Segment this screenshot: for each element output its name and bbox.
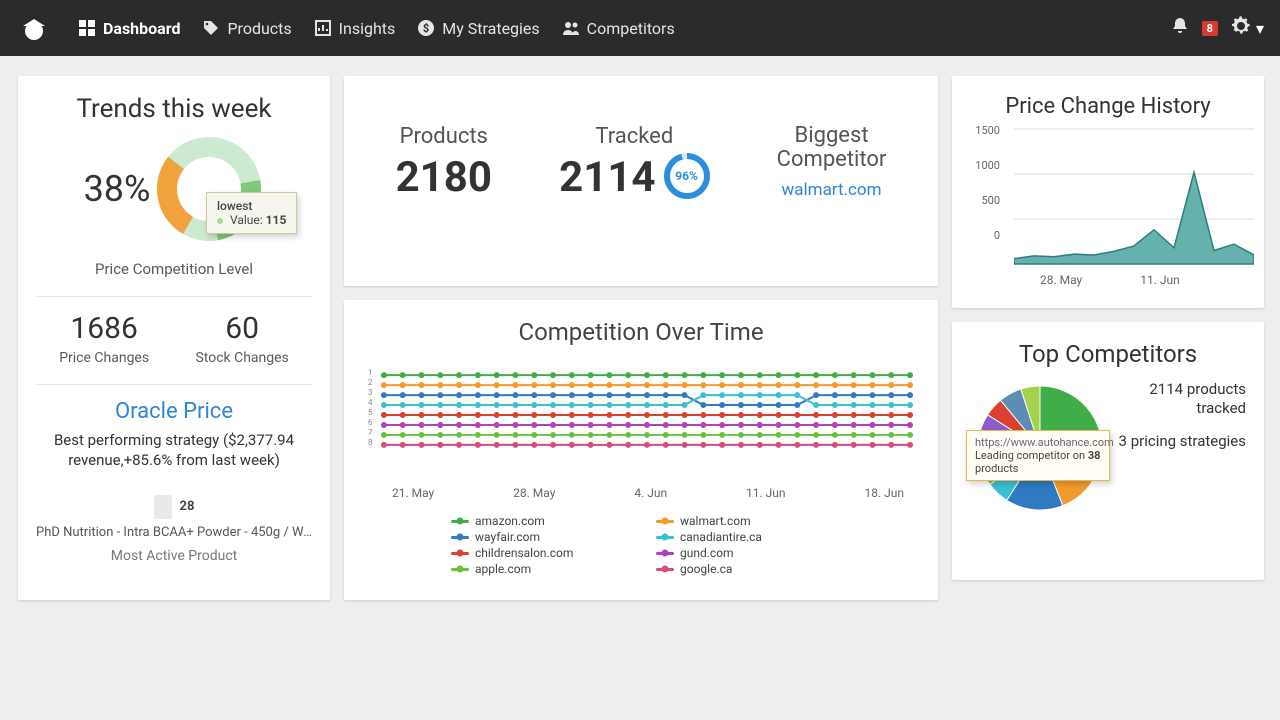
top-nav: Dashboard Products Insights $ My Strateg… <box>0 0 1280 56</box>
nav-products[interactable]: Products <box>202 19 291 38</box>
stats-card: Products 2180 Tracked 2114 96% BiggestCo… <box>344 76 938 286</box>
oracle-price-link[interactable]: Oracle Price <box>36 399 312 424</box>
legend-item[interactable]: childrensalon.com <box>451 546 626 560</box>
svg-text:5: 5 <box>368 408 373 417</box>
bell-icon[interactable] <box>1170 16 1190 40</box>
competition-level-pct: 38% <box>84 168 151 210</box>
nav-label: Competitors <box>587 19 675 38</box>
price-changes-value: 1686 <box>59 311 149 346</box>
legend-item[interactable]: gund.com <box>656 546 831 560</box>
nav-label: My Strategies <box>442 19 539 38</box>
products-label: Products <box>396 124 492 149</box>
product-count: 28 <box>180 499 195 514</box>
legend-item[interactable]: canadiantire.ca <box>656 530 831 544</box>
overtime-title: Competition Over Time <box>362 318 920 346</box>
history-chart[interactable] <box>1014 119 1254 269</box>
settings-menu[interactable]: ▾ <box>1230 15 1264 41</box>
top-competitors-card: Top Competitors https://www.autohance.co… <box>952 322 1264 580</box>
topcomp-title: Top Competitors <box>970 340 1246 368</box>
stock-changes-label: Stock Changes <box>195 350 288 366</box>
history-title: Price Change History <box>970 94 1246 119</box>
most-active-product-name[interactable]: PhD Nutrition - Intra BCAA+ Powder - 450… <box>36 525 312 540</box>
svg-text:6: 6 <box>368 418 373 427</box>
price-history-card: Price Change History 150010005000 28. Ma… <box>952 76 1264 308</box>
svg-text:7: 7 <box>368 428 373 437</box>
legend-item[interactable]: walmart.com <box>656 514 831 528</box>
legend-item[interactable]: apple.com <box>451 562 626 576</box>
legend-item[interactable]: wayfair.com <box>451 530 626 544</box>
most-active-product-sub: Most Active Product <box>36 548 312 564</box>
product-thumb-icon <box>154 495 172 519</box>
tracked-value: 2114 <box>559 153 655 202</box>
tracked-pct-ring: 96% <box>664 153 710 199</box>
nav-label: Products <box>227 19 291 38</box>
gear-icon <box>1230 15 1252 41</box>
donut-tooltip: lowest Value: 115 <box>206 192 297 234</box>
trends-card: Trends this week 38% lowest Value: 115 P… <box>18 76 330 600</box>
svg-text:2: 2 <box>368 378 373 387</box>
donut-caption: Price Competition Level <box>36 260 312 278</box>
pie-tooltip: https://www.autohance.com Leading compet… <box>966 430 1110 481</box>
nav-label: Dashboard <box>103 19 180 38</box>
notification-badge[interactable]: 8 <box>1202 21 1218 36</box>
grid-icon <box>78 19 96 37</box>
svg-text:8: 8 <box>368 438 373 447</box>
tracked-label: Tracked <box>559 124 709 149</box>
legend-item[interactable]: amazon.com <box>451 514 626 528</box>
svg-text:4: 4 <box>368 398 373 407</box>
svg-text:$: $ <box>423 22 429 35</box>
biggest-competitor-link[interactable]: walmart.com <box>777 180 887 200</box>
oracle-desc: Best performing strategy ($2,377.94 reve… <box>36 430 312 471</box>
competition-over-time-card: Competition Over Time 1234 5678 21. May2… <box>344 300 938 600</box>
chevron-down-icon: ▾ <box>1256 19 1264 38</box>
legend-item[interactable]: google.ca <box>656 562 831 576</box>
people-icon <box>562 19 580 37</box>
dollar-icon: $ <box>417 19 435 37</box>
nav-dashboard[interactable]: Dashboard <box>78 19 180 38</box>
nav-insights[interactable]: Insights <box>314 19 396 38</box>
top-competitors-pie[interactable]: https://www.autohance.com Leading compet… <box>970 378 1110 518</box>
svg-text:1: 1 <box>368 368 372 377</box>
chart-icon <box>314 19 332 37</box>
svg-text:3: 3 <box>368 388 372 397</box>
trends-title: Trends this week <box>36 94 312 124</box>
biggest-competitor-label: BiggestCompetitor <box>777 124 887 172</box>
stock-changes-value: 60 <box>195 311 288 346</box>
overtime-chart[interactable]: 1234 5678 <box>362 358 920 478</box>
brand-logo-icon[interactable] <box>16 10 52 46</box>
nav-competitors[interactable]: Competitors <box>562 19 675 38</box>
nav-strategies[interactable]: $ My Strategies <box>417 19 539 38</box>
tag-icon <box>202 19 220 37</box>
nav-label: Insights <box>339 19 396 38</box>
price-changes-label: Price Changes <box>59 350 149 366</box>
products-value: 2180 <box>396 153 492 202</box>
